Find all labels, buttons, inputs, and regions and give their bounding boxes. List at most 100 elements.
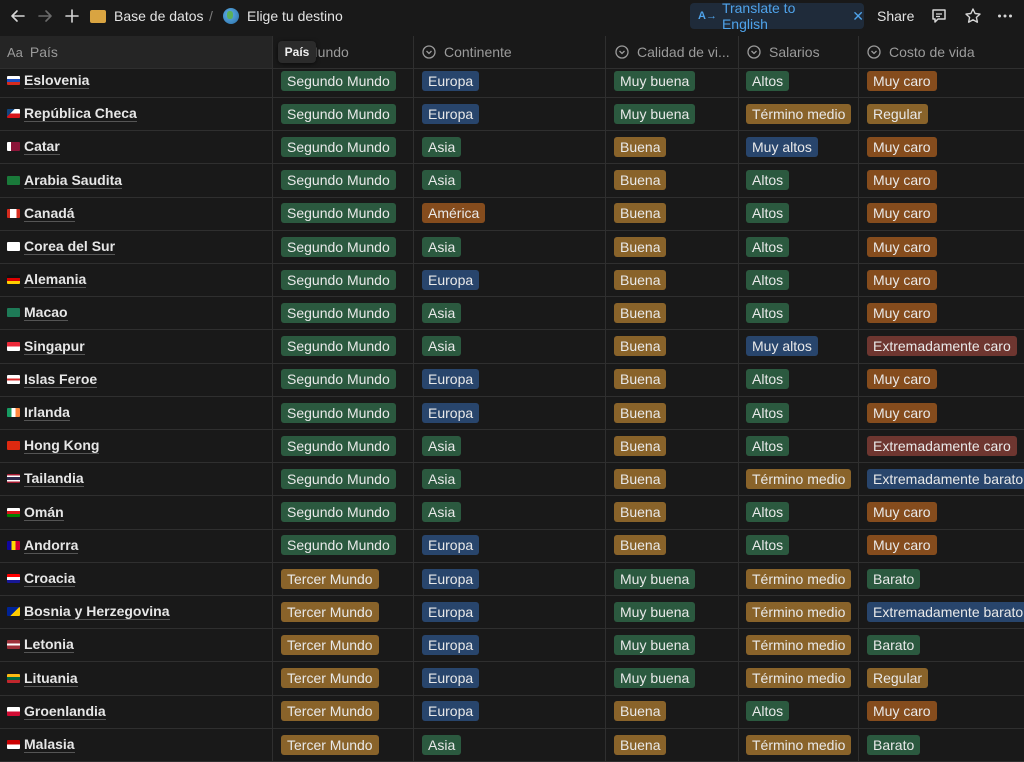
table-row[interactable]: Omán Segundo Mundo Asia Buena Altos Muy caro [0, 496, 1024, 530]
table-row[interactable]: Islas Feroe Segundo Mundo Europa Buena Altos… [0, 363, 1024, 397]
mundo-cell[interactable]: Segundo Mundo [281, 429, 396, 462]
table-row[interactable]: Malasia Tercer Mundo Asia Buena Término medi… [0, 728, 1024, 762]
close-icon[interactable]: ✕ [852, 8, 864, 25]
calidad-cell[interactable]: Buena [614, 197, 667, 230]
salarios-cell[interactable]: Altos [746, 363, 790, 396]
table-row[interactable]: Corea del Sur Segundo Mundo Asia Buena Altos… [0, 230, 1024, 264]
country-name-cell[interactable]: Corea del Sur [7, 230, 116, 263]
country-name-cell[interactable]: Hong Kong [7, 429, 100, 462]
salarios-cell[interactable]: Muy altos [746, 330, 818, 363]
salarios-cell[interactable]: Término medio [746, 662, 852, 695]
costo-cell[interactable]: Muy caro [867, 529, 937, 562]
costo-cell[interactable]: Regular [867, 662, 929, 695]
calidad-cell[interactable]: Buena [614, 230, 667, 263]
calidad-cell[interactable]: Buena [614, 462, 667, 495]
salarios-cell[interactable]: Altos [746, 529, 790, 562]
table-row[interactable]: Macao Segundo Mundo Asia Buena Altos Muy caro [0, 296, 1024, 331]
more-options-icon[interactable] [994, 4, 1016, 28]
mundo-cell[interactable]: Segundo Mundo [281, 197, 396, 230]
breadcrumb-current-page[interactable]: Elige tu destino [223, 0, 343, 32]
costo-cell[interactable]: Barato [867, 628, 921, 661]
calidad-cell[interactable]: Buena [614, 429, 667, 462]
continente-cell[interactable]: Asia [422, 462, 462, 495]
calidad-cell[interactable]: Muy buena [614, 64, 696, 97]
mundo-cell[interactable]: Segundo Mundo [281, 130, 396, 163]
continente-cell[interactable]: Asia [422, 296, 462, 329]
calidad-cell[interactable]: Buena [614, 164, 667, 197]
costo-cell[interactable]: Muy caro [867, 64, 937, 97]
salarios-cell[interactable]: Altos [746, 64, 790, 97]
costo-cell[interactable]: Extremadamente barato [867, 462, 1024, 495]
mundo-cell[interactable]: Segundo Mundo [281, 263, 396, 296]
continente-cell[interactable]: Asia [422, 130, 462, 163]
mundo-cell[interactable]: Segundo Mundo [281, 496, 396, 529]
calidad-cell[interactable]: Buena [614, 130, 667, 163]
costo-cell[interactable]: Muy caro [867, 396, 937, 429]
table-row[interactable]: Letonia Tercer Mundo Europa Muy buena Términ… [0, 628, 1024, 663]
mundo-cell[interactable]: Tercer Mundo [281, 595, 379, 628]
continente-cell[interactable]: Asia [422, 164, 462, 197]
salarios-cell[interactable]: Altos [746, 296, 790, 329]
salarios-cell[interactable]: Término medio [746, 728, 852, 761]
calidad-cell[interactable]: Muy buena [614, 628, 696, 661]
calidad-cell[interactable]: Buena [614, 529, 667, 562]
country-name-cell[interactable]: Catar [7, 130, 60, 163]
country-name-cell[interactable]: Arabia Saudita [7, 164, 123, 197]
country-name-cell[interactable]: Groenlandia [7, 695, 106, 728]
salarios-cell[interactable]: Término medio [746, 97, 852, 130]
mundo-cell[interactable]: Tercer Mundo [281, 562, 379, 595]
country-name-cell[interactable]: Lituania [7, 662, 78, 695]
table-row[interactable]: Tailandia Segundo Mundo Asia Buena Término m… [0, 462, 1024, 497]
country-name-cell[interactable]: Andorra [7, 529, 79, 562]
comments-icon[interactable] [928, 4, 950, 28]
table-row[interactable]: Croacia Tercer Mundo Europa Muy buena Términ… [0, 562, 1024, 596]
continente-cell[interactable]: Europa [422, 562, 480, 595]
salarios-cell[interactable]: Término medio [746, 562, 852, 595]
country-name-cell[interactable]: Singapur [7, 330, 85, 363]
mundo-cell[interactable]: Segundo Mundo [281, 529, 396, 562]
country-name-cell[interactable]: Alemania [7, 263, 87, 296]
mundo-cell[interactable]: Tercer Mundo [281, 728, 379, 761]
mundo-cell[interactable]: Segundo Mundo [281, 396, 396, 429]
table-row[interactable]: Andorra Segundo Mundo Europa Buena Altos Muy … [0, 529, 1024, 563]
continente-cell[interactable]: Europa [422, 263, 480, 296]
costo-cell[interactable]: Barato [867, 728, 921, 761]
country-name-cell[interactable]: Eslovenia [7, 64, 90, 97]
mundo-cell[interactable]: Segundo Mundo [281, 164, 396, 197]
table-row[interactable]: Alemania Segundo Mundo Europa Buena Altos Muy… [0, 263, 1024, 298]
costo-cell[interactable]: Muy caro [867, 164, 937, 197]
continente-cell[interactable]: Asia [422, 330, 462, 363]
table-row[interactable]: Lituania Tercer Mundo Europa Muy buena Térmi… [0, 662, 1024, 696]
continente-cell[interactable]: Europa [422, 595, 480, 628]
table-row[interactable]: Singapur Segundo Mundo Asia Buena Muy altos E… [0, 330, 1024, 364]
costo-cell[interactable]: Extremadamente caro [867, 330, 1017, 363]
costo-cell[interactable]: Muy caro [867, 197, 937, 230]
continente-cell[interactable]: Asia [422, 728, 462, 761]
costo-cell[interactable]: Extremadamente barato [867, 595, 1024, 628]
mundo-cell[interactable]: Segundo Mundo [281, 97, 396, 130]
salarios-cell[interactable]: Término medio [746, 628, 852, 661]
salarios-cell[interactable]: Altos [746, 263, 790, 296]
salarios-cell[interactable]: Término medio [746, 595, 852, 628]
country-name-cell[interactable]: Irlanda [7, 396, 70, 429]
calidad-cell[interactable]: Buena [614, 396, 667, 429]
mundo-cell[interactable]: Segundo Mundo [281, 363, 396, 396]
country-name-cell[interactable]: Islas Feroe [7, 363, 98, 396]
mundo-cell[interactable]: Tercer Mundo [281, 662, 379, 695]
country-name-cell[interactable]: Bosnia y Herzegovina [7, 595, 170, 628]
calidad-cell[interactable]: Buena [614, 363, 667, 396]
calidad-cell[interactable]: Buena [614, 695, 667, 728]
continente-cell[interactable]: Europa [422, 695, 480, 728]
country-name-cell[interactable]: Letonia [7, 628, 74, 661]
continente-cell[interactable]: Europa [422, 628, 480, 661]
table-row[interactable]: Canadá Segundo Mundo América Buena Altos Muy … [0, 197, 1024, 231]
continente-cell[interactable]: Europa [422, 529, 480, 562]
costo-cell[interactable]: Muy caro [867, 263, 937, 296]
back-arrow-icon[interactable] [6, 4, 30, 28]
salarios-cell[interactable]: Altos [746, 429, 790, 462]
salarios-cell[interactable]: Altos [746, 496, 790, 529]
country-name-cell[interactable]: Canadá [7, 197, 75, 230]
mundo-cell[interactable]: Tercer Mundo [281, 628, 379, 661]
table-row[interactable]: República Checa Segundo Mundo Europa Muy bu… [0, 97, 1024, 132]
calidad-cell[interactable]: Buena [614, 296, 667, 329]
